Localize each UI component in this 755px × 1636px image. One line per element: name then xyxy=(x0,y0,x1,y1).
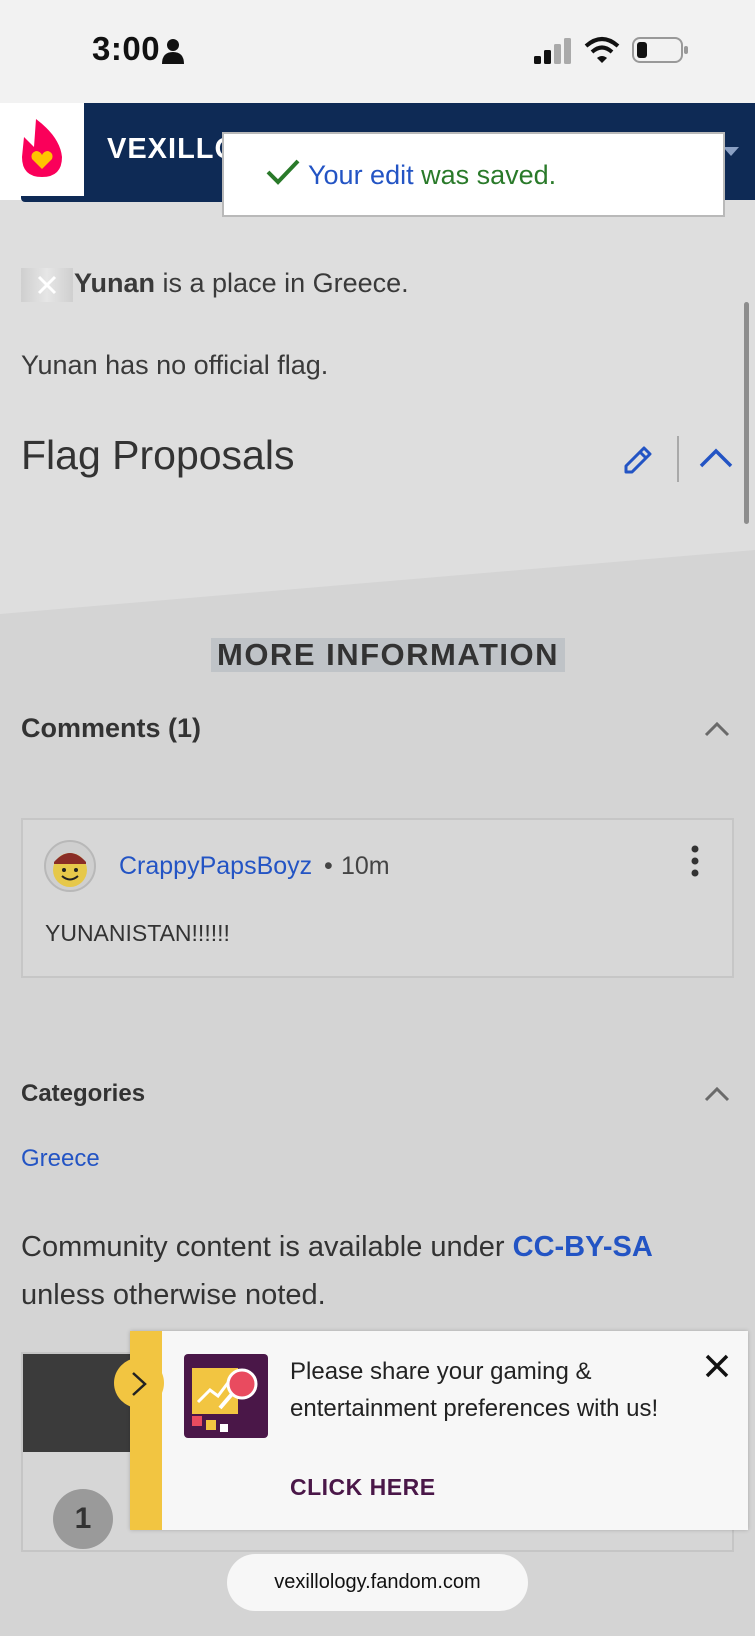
chevron-up-icon[interactable] xyxy=(704,720,730,738)
category-link-greece[interactable]: Greece xyxy=(21,1145,100,1173)
person-icon xyxy=(162,39,184,64)
survey-illustration xyxy=(184,1354,268,1438)
divider xyxy=(677,436,679,482)
survey-banner: Please share your gaming & entertainment… xyxy=(114,1331,748,1530)
site-title[interactable]: VEXILLO xyxy=(107,133,238,166)
scrollbar[interactable] xyxy=(744,302,749,524)
section-title: Flag Proposals xyxy=(21,432,295,478)
comment-text: YUNANISTAN!!!!!! xyxy=(45,920,230,946)
comment-card: CrappyPapsBoyz • 10m YUNANISTAN!!!!!! xyxy=(21,818,734,978)
banner-collapse-button[interactable] xyxy=(114,1358,164,1408)
chevron-down-icon[interactable] xyxy=(723,147,739,157)
comment-timestamp: 10m xyxy=(341,852,390,880)
intro-paragraph: Yunan is a place in Greece. xyxy=(74,268,409,298)
url-bar[interactable]: vexillology.fandom.com xyxy=(227,1554,528,1611)
avatar[interactable] xyxy=(44,840,96,892)
signal-icon xyxy=(534,38,571,64)
wifi-icon xyxy=(584,37,620,63)
chevron-right-icon xyxy=(132,1372,147,1396)
battery-icon xyxy=(632,37,688,63)
close-icon[interactable] xyxy=(702,1351,732,1381)
checkmark-icon xyxy=(266,159,300,185)
broken-flag-image xyxy=(21,268,73,302)
close-icon xyxy=(37,275,57,295)
license-text: Community content is available under CC-… xyxy=(21,1231,653,1311)
chevron-up-icon[interactable] xyxy=(704,1085,730,1103)
card-rank-badge: 1 xyxy=(53,1489,113,1549)
status-time: 3:00 xyxy=(92,30,161,67)
no-flag-paragraph: Yunan has no official flag. xyxy=(21,350,329,380)
comments-heading[interactable]: Comments (1) xyxy=(21,713,201,744)
toast-message-link[interactable]: Your edit xyxy=(308,160,414,190)
fandom-logo-button[interactable] xyxy=(0,103,84,200)
pencil-icon[interactable] xyxy=(620,442,656,478)
more-information-heading: MORE INFORMATION xyxy=(211,638,566,672)
header-underline xyxy=(21,196,231,202)
avatar-face-icon xyxy=(53,853,87,887)
chevron-up-icon[interactable] xyxy=(698,446,734,470)
survey-banner-text: Please share your gaming & entertainment… xyxy=(290,1358,659,1422)
license-link[interactable]: CC-BY-SA xyxy=(513,1231,653,1263)
comment-separator: • xyxy=(324,852,333,880)
more-options-icon[interactable] xyxy=(690,844,700,878)
fandom-flame-icon xyxy=(22,119,62,177)
edit-saved-toast: Your edit was saved. xyxy=(222,132,725,217)
toast-message: Your edit was saved. xyxy=(308,160,557,190)
comment-author-link[interactable]: CrappyPapsBoyz xyxy=(119,852,312,881)
click-here-button[interactable]: CLICK HERE xyxy=(290,1474,436,1501)
chart-magnifier-icon xyxy=(192,1368,258,1432)
categories-heading[interactable]: Categories xyxy=(21,1080,145,1108)
